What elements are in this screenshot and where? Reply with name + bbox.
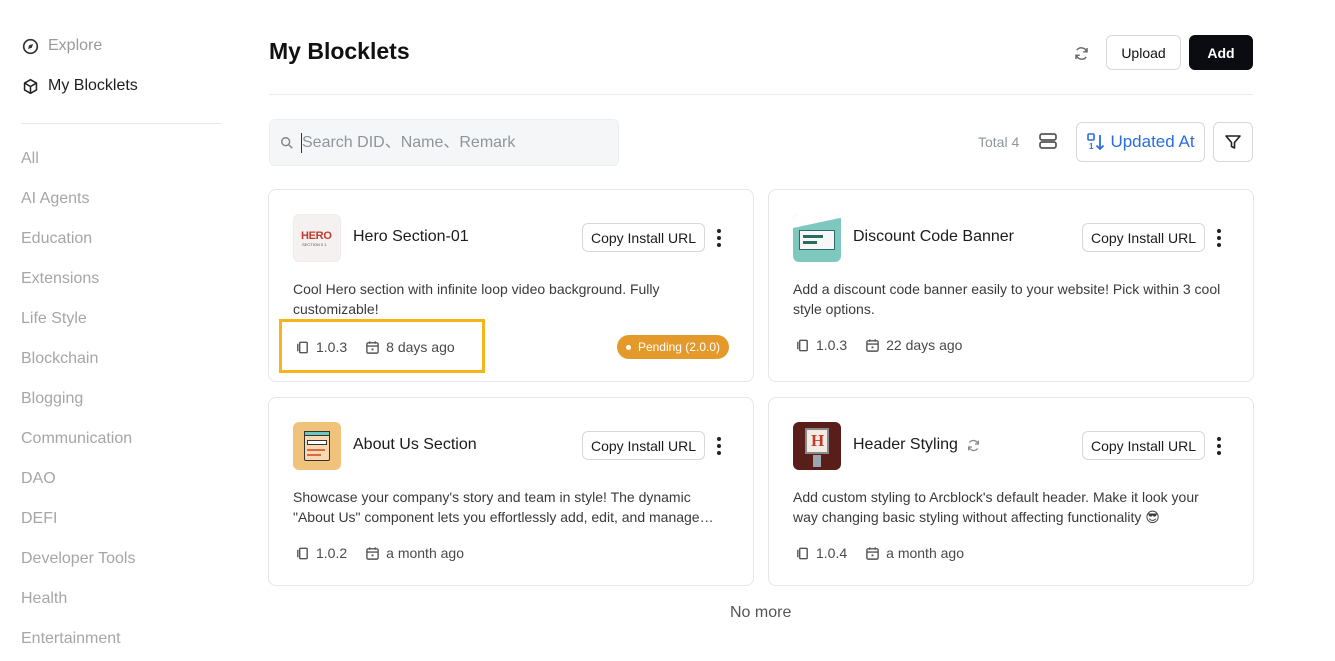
header-divider (269, 94, 1253, 95)
updated-time: a month ago (386, 545, 464, 561)
category-blockchain[interactable]: Blockchain (21, 350, 98, 368)
version: 1.0.3 (816, 337, 848, 353)
calendar-icon (366, 546, 379, 560)
filter-button[interactable] (1213, 122, 1253, 162)
category-blogging[interactable]: Blogging (21, 390, 83, 408)
blocklet-card-about-us[interactable]: About Us Section Copy Install URL Showca… (268, 397, 754, 586)
total-count: Total 4 (978, 134, 1020, 150)
about-us-logo (293, 422, 341, 470)
version: 1.0.2 (316, 545, 348, 561)
blocklet-card-header-styling[interactable]: H Header Styling Copy Install URL Add cu… (768, 397, 1254, 586)
blocklet-description: Cool Hero section with infinite loop vid… (293, 281, 660, 317)
no-more-text: No more (730, 604, 792, 621)
category-health[interactable]: Health (21, 590, 67, 608)
sidebar-divider (21, 123, 221, 124)
blocklet-card-discount-banner[interactable]: Discount Code Banner Copy Install URL Ad… (768, 189, 1254, 382)
blocklet-meta: 1.0.3 22 days ago (795, 337, 962, 353)
compass-icon (22, 38, 39, 54)
category-life-style[interactable]: Life Style (21, 310, 87, 328)
more-options-icon[interactable] (1209, 434, 1229, 458)
category-dao[interactable]: DAO (21, 470, 56, 488)
category-ai-agents[interactable]: AI Agents (21, 190, 90, 208)
cube-icon (23, 78, 38, 94)
nav-my-blocklets-label: My Blocklets (48, 77, 138, 94)
category-education[interactable]: Education (21, 230, 92, 248)
blocklet-description: Showcase your company's story and team i… (293, 489, 714, 525)
add-button[interactable]: Add (1189, 35, 1253, 70)
nav-explore-label: Explore (48, 37, 103, 54)
updated-time: a month ago (886, 545, 964, 561)
copy-install-url-button[interactable]: Copy Install URL (1082, 431, 1205, 460)
sidebar: Explore My Blocklets All AI Agents Educa… (0, 0, 240, 661)
refresh-icon (1074, 46, 1088, 60)
nav-my-blocklets[interactable]: My Blocklets (22, 77, 138, 95)
header-styling-logo: H (793, 422, 841, 470)
category-all[interactable]: All (21, 150, 39, 168)
page-title: My Blocklets (269, 38, 410, 64)
version-icon (797, 339, 808, 351)
nav-explore[interactable]: Explore (22, 37, 102, 55)
list-layout-icon[interactable] (1037, 130, 1059, 152)
copy-install-url-button[interactable]: Copy Install URL (582, 223, 705, 252)
highlight-box (279, 319, 485, 373)
sort-icon: 1 (1087, 133, 1105, 151)
filter-icon (1225, 135, 1241, 149)
blocklet-name: About Us Section (353, 436, 477, 453)
search-box[interactable] (269, 119, 619, 166)
updated-time: 22 days ago (886, 337, 963, 353)
blocklet-description: Add custom styling to Arcblock's default… (793, 489, 1199, 525)
text-cursor (301, 133, 302, 153)
discount-banner-logo (793, 214, 841, 262)
search-icon (281, 136, 293, 149)
refresh-button[interactable] (1069, 41, 1093, 65)
svg-text:1: 1 (1089, 142, 1094, 151)
blocklet-name: Header Styling (853, 436, 981, 454)
category-entertainment[interactable]: Entertainment (21, 630, 121, 648)
blocklet-meta: 1.0.2 a month ago (295, 545, 464, 561)
category-extensions[interactable]: Extensions (21, 270, 99, 288)
blocklet-description: Add a discount code banner easily to you… (793, 281, 1221, 317)
upload-button[interactable]: Upload (1106, 35, 1181, 70)
blocklet-name: Hero Section-01 (353, 228, 469, 245)
blocklet-name: Discount Code Banner (853, 228, 1014, 245)
sort-button[interactable]: 1 Updated At (1076, 122, 1205, 162)
category-developer-tools[interactable]: Developer Tools (21, 550, 135, 568)
search-input[interactable] (302, 133, 602, 152)
calendar-icon (866, 546, 879, 560)
version-icon (797, 547, 808, 559)
category-defi[interactable]: DEFI (21, 510, 57, 528)
status-badge: Pending (2.0.0) (616, 335, 729, 359)
more-options-icon[interactable] (709, 226, 729, 250)
more-options-icon[interactable] (1209, 226, 1229, 250)
copy-install-url-button[interactable]: Copy Install URL (1082, 223, 1205, 252)
calendar-icon (866, 338, 879, 352)
blocklet-meta: 1.0.4 a month ago (795, 545, 964, 561)
version-icon (297, 547, 308, 559)
category-communication[interactable]: Communication (21, 430, 132, 448)
sort-label: Updated At (1110, 132, 1195, 151)
refresh-icon (967, 439, 979, 451)
hero-section-logo: HERO SECTION 0 1 (293, 214, 341, 262)
copy-install-url-button[interactable]: Copy Install URL (582, 431, 705, 460)
more-options-icon[interactable] (709, 434, 729, 458)
version: 1.0.4 (816, 545, 848, 561)
